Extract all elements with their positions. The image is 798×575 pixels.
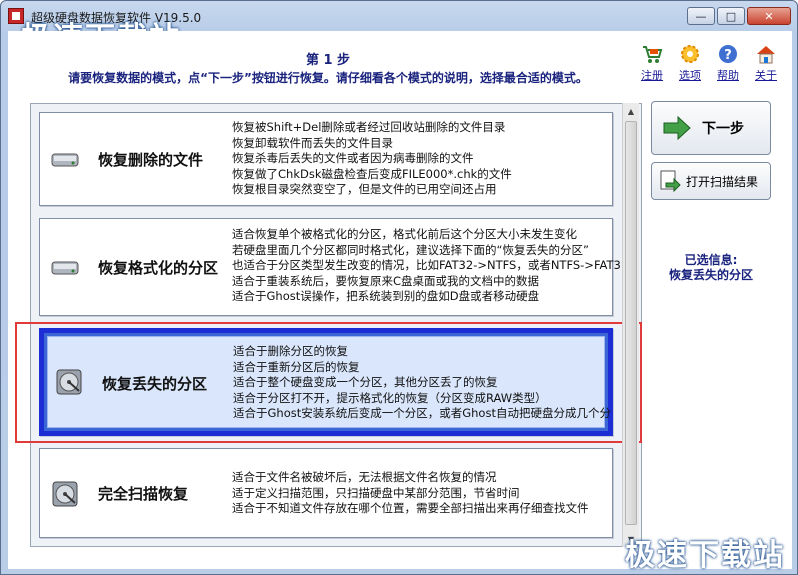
hard-disk-icon — [51, 153, 79, 167]
selection-highlight-outline — [15, 322, 642, 443]
client-area: 第 1 步 请要恢复数据的模式，点“下一步”按钮进行恢复。请仔细看各个模式的说明… — [8, 31, 792, 569]
watermark-bottom: 极速下载站 — [625, 538, 785, 573]
next-step-label: 下一步 — [702, 121, 744, 137]
home-icon — [757, 46, 775, 64]
desc-line: 恢复做了ChkDsk磁盘检查后变成FILE000*.chk的文件 — [232, 166, 512, 181]
arrow-right-icon — [663, 115, 691, 141]
close-button[interactable]: ✕ — [747, 7, 791, 25]
step-title: 第 1 步 — [305, 53, 351, 68]
desc-line: 恢复根目录突然变空了，但是文件的已用空间还占用 — [232, 182, 497, 197]
desc-line: 适合于不知道文件存放在哪个位置，需要全部扫描出来再仔细查找文件 — [232, 501, 589, 516]
scroll-up-icon[interactable]: ▲ — [623, 103, 639, 119]
open-scan-results-button[interactable]: 打开扫描结果 — [651, 162, 771, 200]
desc-line: 适合于Ghost误操作，把系统装到别的盘如D盘或者移动硬盘 — [232, 289, 540, 304]
register-button[interactable]: 注册 — [636, 43, 668, 83]
maximize-button[interactable]: □ — [717, 7, 745, 25]
hard-disk-open-icon — [52, 481, 78, 507]
desc-line: 适合恢复单个被格式化的分区，格式化前后这个分区大小未发生变化 — [232, 227, 577, 241]
scroll-thumb[interactable] — [625, 121, 637, 525]
help-button[interactable]: ? 帮助 — [712, 43, 744, 83]
cart-icon — [643, 46, 663, 63]
desc-line: 恢复被Shift+Del删除或者经过回收站删除的文件目录 — [232, 120, 506, 134]
selection-info: 已选信息: 恢复丢失的分区 — [651, 253, 771, 283]
mode-recover-deleted[interactable]: 恢复删除的文件 恢复被Shift+Del删除或者经过回收站删除的文件目录 恢复卸… — [39, 112, 613, 206]
svg-text:?: ? — [724, 48, 732, 63]
help-label: 帮助 — [717, 69, 739, 82]
about-button[interactable]: 关于 — [750, 43, 782, 83]
title-bar[interactable]: 超级硬盘数据恢复软件 V19.5.0 极速下载站 — □ ✕ — [1, 1, 797, 56]
open-scan-results-label: 打开扫描结果 — [686, 174, 759, 189]
app-window: 超级硬盘数据恢复软件 V19.5.0 极速下载站 — □ ✕ 第 1 步 请要恢… — [0, 0, 798, 575]
desc-line: 若硬盘里面几个分区都同时格式化，建议选择下面的“恢复丢失的分区” — [232, 242, 589, 257]
selection-info-label: 已选信息: — [684, 253, 738, 267]
mode-description: 恢复被Shift+Del删除或者经过回收站删除的文件目录 恢复卸载软件而丢失的文… — [232, 120, 512, 198]
step-description: 请要恢复数据的模式，点“下一步”按钮进行恢复。请仔细看各个模式的说明，选择最合适… — [68, 71, 588, 85]
register-label: 注册 — [641, 69, 663, 82]
desc-line: 适合于重装系统后，要恢复原来C盘桌面或我的文档中的数据 — [232, 273, 540, 288]
options-button[interactable]: 选项 — [674, 43, 706, 83]
minimize-button[interactable]: — — [687, 7, 715, 25]
mode-description: 适合于文件名被破坏后，无法根据文件名恢复的情况 适于定义扫描范围，只扫描硬盘中某… — [232, 470, 589, 517]
mode-full-scan[interactable]: 完全扫描恢复 适合于文件名被破坏后，无法根据文件名恢复的情况 适于定义扫描范围，… — [39, 448, 613, 538]
toolbar: 注册 选项 ? 帮助 关于 — [636, 43, 782, 83]
desc-line: 也适合于分区类型发生改变的情况，比如FAT32->NTFS，或者NTFS->FA… — [232, 258, 621, 273]
mode-name: 恢复格式化的分区 — [98, 259, 219, 277]
mode-name: 完全扫描恢复 — [98, 485, 189, 503]
vertical-scrollbar[interactable]: ▲ ▼ — [622, 103, 639, 547]
hard-disk-icon — [51, 261, 79, 275]
options-label: 选项 — [679, 69, 701, 82]
desc-line: 恢复卸载软件而丢失的文件目录 — [232, 135, 393, 150]
desc-line: 适合于文件名被破坏后，无法根据文件名恢复的情况 — [232, 470, 497, 484]
mode-name: 恢复删除的文件 — [98, 151, 204, 169]
about-label: 关于 — [755, 69, 777, 82]
mode-recover-formatted[interactable]: 恢复格式化的分区 适合恢复单个被格式化的分区，格式化前后这个分区大小未发生变化 … — [39, 218, 621, 316]
mode-description: 适合恢复单个被格式化的分区，格式化前后这个分区大小未发生变化 若硬盘里面几个分区… — [232, 227, 621, 305]
open-file-icon — [660, 170, 681, 193]
selection-info-value: 恢复丢失的分区 — [668, 268, 753, 282]
desc-line: 恢复杀毒后丢失的文件或者因为病毒删除的文件 — [232, 151, 474, 166]
next-step-button[interactable]: 下一步 — [651, 101, 771, 155]
help-icon: ? — [719, 45, 737, 63]
desc-line: 适于定义扫描范围，只扫描硬盘中某部分范围，节省时间 — [232, 485, 520, 500]
gear-icon — [681, 45, 699, 63]
